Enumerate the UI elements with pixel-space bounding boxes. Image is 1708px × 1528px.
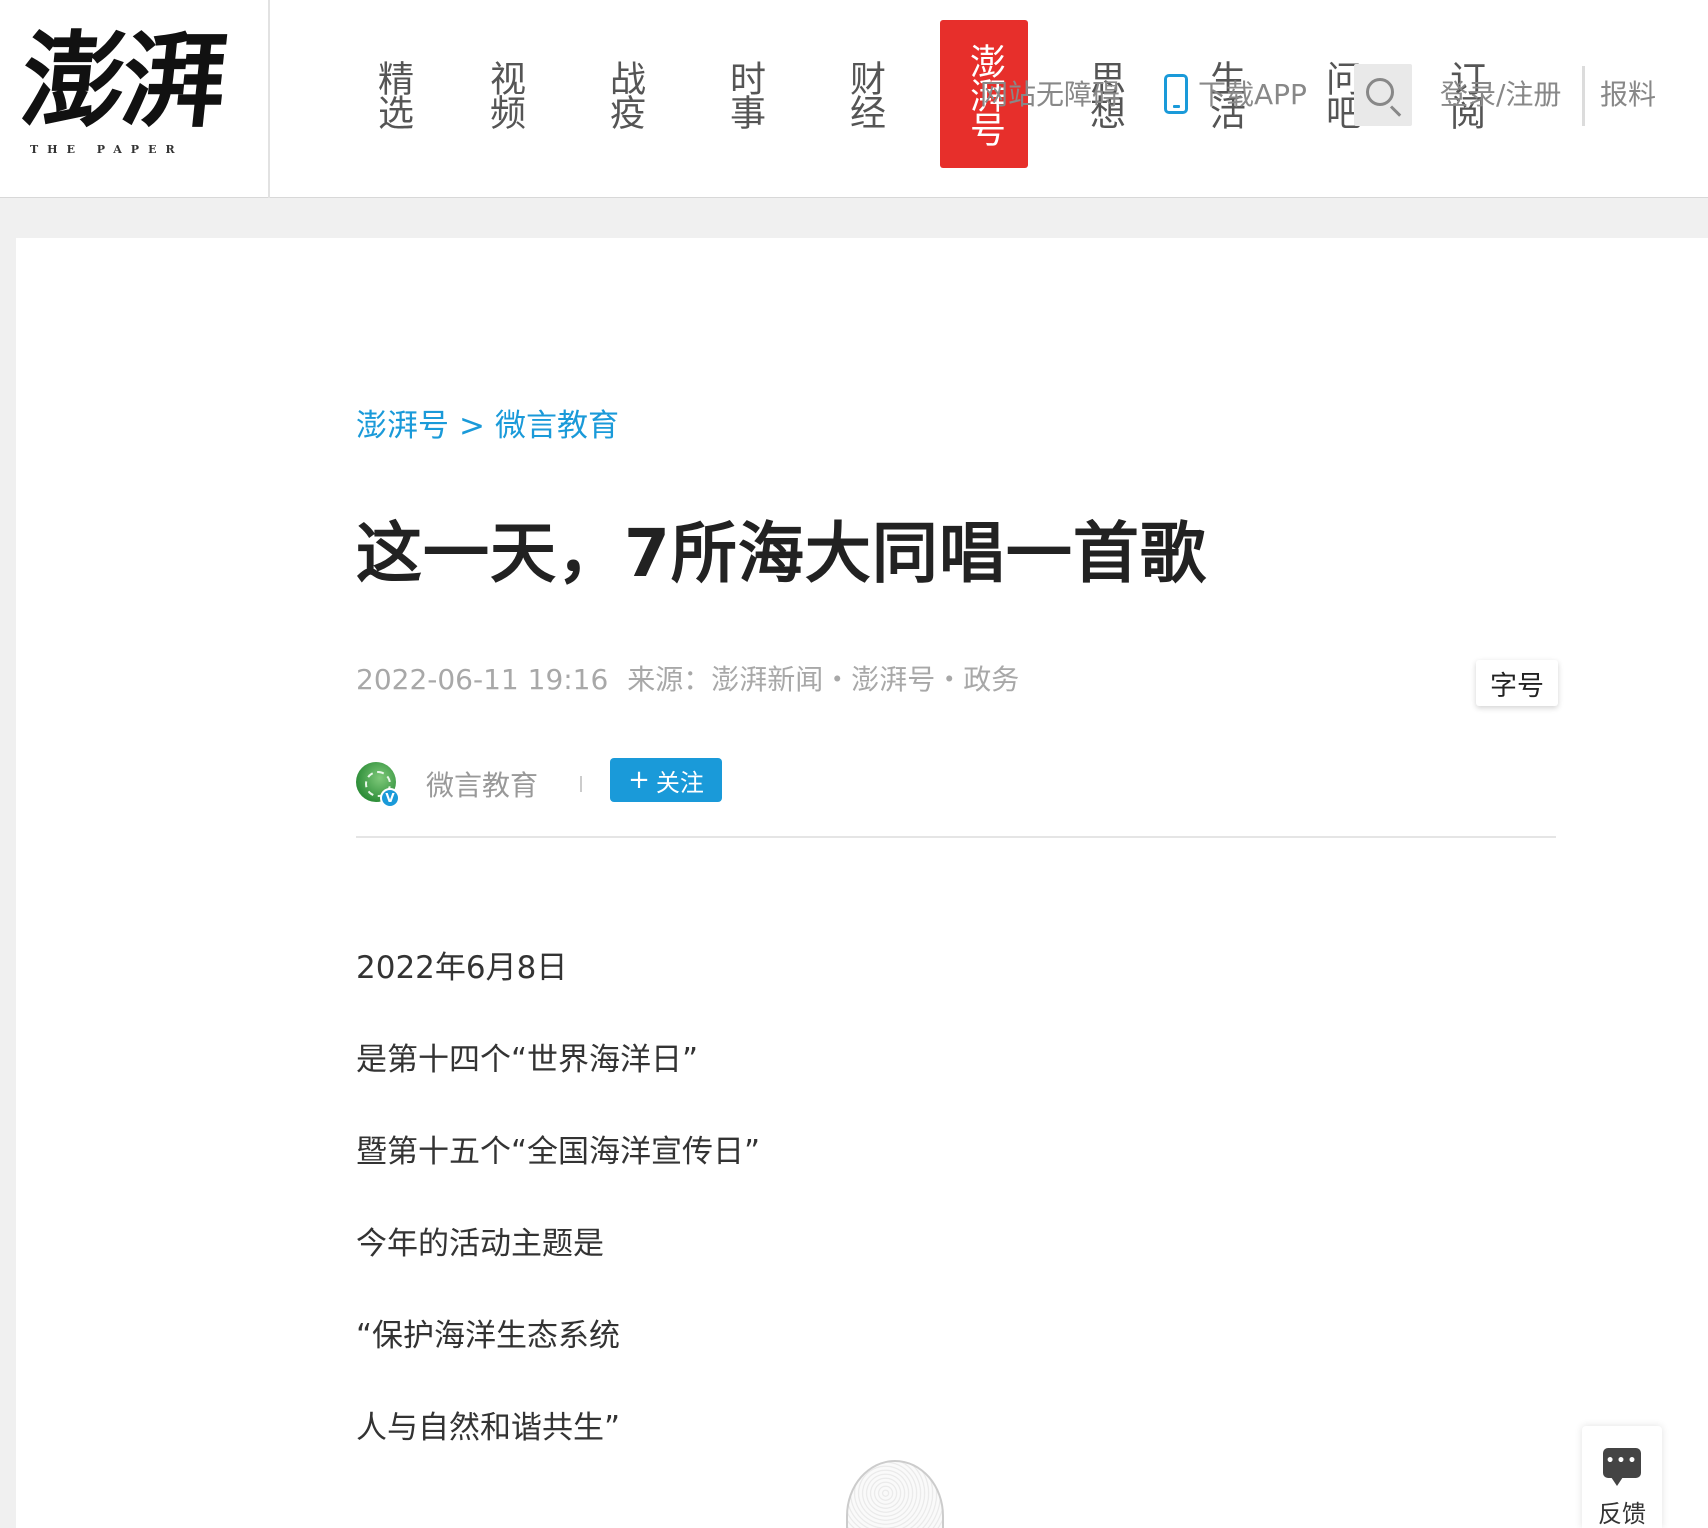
article-meta: 2022-06-11 19:16 来源：澎湃新闻・澎湃号・政务 xyxy=(356,658,1019,698)
breadcrumb-separator: > xyxy=(459,408,485,444)
header-divider xyxy=(356,836,1556,838)
publish-datetime: 2022-06-11 19:16 xyxy=(356,663,609,696)
article-body: 2022年6月8日 是第十四个“世界海洋日” 暨第十五个“全国海洋宣传日” 今年… xyxy=(356,948,1556,1500)
paragraph: 是第十四个“世界海洋日” xyxy=(356,1042,699,1078)
login-register-link[interactable]: 登录/注册 xyxy=(1440,78,1561,112)
nav-item-shishi[interactable]: 时事 xyxy=(700,20,788,168)
search-button[interactable] xyxy=(1354,64,1412,126)
source-label: 来源： xyxy=(627,663,712,696)
breadcrumb-pengpaihao[interactable]: 澎湃号 xyxy=(356,400,449,445)
nav-item-caijing[interactable]: 财经 xyxy=(820,20,908,168)
feedback-button[interactable]: ••• 反馈 xyxy=(1582,1426,1662,1528)
breadcrumb-weiyan-jiaoyu[interactable]: 微言教育 xyxy=(495,400,619,445)
toolbar-divider xyxy=(1582,66,1585,126)
plus-icon: + xyxy=(628,765,650,795)
nav-label: 时事 xyxy=(724,60,765,128)
verified-badge-icon: V xyxy=(380,788,400,808)
paragraph: 2022年6月8日 xyxy=(356,950,568,986)
download-app-link[interactable]: 下载APP xyxy=(1198,78,1307,112)
paragraph: “保护海洋生态系统 xyxy=(356,1318,621,1354)
nav-label: 视频 xyxy=(484,60,525,128)
accessibility-link[interactable]: 网站无障碍 xyxy=(980,78,1120,112)
article-title: 这一天，7所海大同唱一首歌 xyxy=(356,515,1207,592)
paragraph: 今年的活动主题是 xyxy=(356,1226,604,1262)
paragraph: 人与自然和谐共生” xyxy=(356,1410,621,1446)
nav-item-video[interactable]: 视频 xyxy=(460,20,548,168)
search-icon xyxy=(1366,78,1394,106)
author-divider xyxy=(580,776,582,792)
author-row: V 微言教育 + 关注 xyxy=(356,758,1556,808)
search-icon-handle xyxy=(1389,105,1402,117)
article-container: 澎湃号 > 微言教育 这一天，7所海大同唱一首歌 2022-06-11 19:16 … xyxy=(16,238,1708,1528)
paragraph: 暨第十五个“全国海洋宣传日” xyxy=(356,1134,761,1170)
follow-label: 关注 xyxy=(655,768,704,797)
site-header: 澎湃 THE PAPER 精选 视频 战疫 时事 财经 澎湃号 思想 生活 问吧… xyxy=(0,0,1708,198)
breadcrumb: 澎湃号 > 微言教育 xyxy=(356,400,619,445)
nav-label: 财经 xyxy=(844,60,885,128)
feedback-label: 反馈 xyxy=(1598,1500,1646,1528)
chat-bubble-icon: ••• xyxy=(1603,1448,1641,1486)
font-size-button[interactable]: 字号 xyxy=(1476,660,1558,706)
nav-item-zhanyi[interactable]: 战疫 xyxy=(580,20,668,168)
phone-icon[interactable] xyxy=(1164,74,1188,114)
nav-item-jingxuan[interactable]: 精选 xyxy=(348,20,436,168)
nav-label: 战疫 xyxy=(604,60,645,128)
source-text: 澎湃新闻・澎湃号・政务 xyxy=(711,663,1020,696)
author-name[interactable]: 微言教育 xyxy=(426,764,538,804)
report-link[interactable]: 报料 xyxy=(1600,78,1656,112)
follow-button[interactable]: + 关注 xyxy=(610,758,722,802)
nav-label: 精选 xyxy=(372,60,413,128)
